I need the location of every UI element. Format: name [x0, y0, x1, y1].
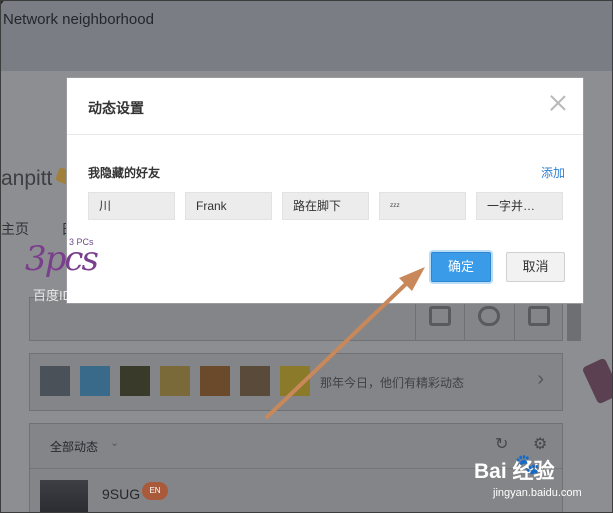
friend-thumb[interactable] [80, 366, 110, 396]
avatar[interactable] [40, 480, 88, 512]
right-strip [567, 297, 581, 341]
refresh-icon[interactable]: ↻ [495, 434, 508, 454]
hidden-friend-chip[interactable]: Frank [185, 192, 272, 220]
baidu-paw-icon: 🐾 [515, 454, 540, 476]
hidden-friend-chip[interactable]: 川 [88, 192, 175, 220]
watermark-logo-small: 3 PCs [69, 237, 94, 247]
camera-icon[interactable] [429, 306, 451, 326]
friend-thumb[interactable] [40, 366, 70, 396]
top-bar: ✔ Network neighborhood [1, 1, 612, 71]
hidden-friend-chip[interactable]: ᶻᶻᶻ [379, 192, 466, 220]
network-title: Network neighborhood [3, 11, 154, 28]
chevron-down-icon[interactable]: ⌄ [110, 436, 119, 449]
friend-thumb[interactable] [120, 366, 150, 396]
hidden-friend-chip[interactable]: 路在脚下 [282, 192, 369, 220]
close-icon[interactable] [549, 94, 567, 112]
confirm-button[interactable]: 确定 [431, 252, 491, 282]
link-icon[interactable] [478, 306, 500, 326]
memories-panel[interactable]: 那年今日，他们有精彩动态 › [29, 353, 563, 411]
add-friend-link[interactable]: 添加 [541, 164, 565, 181]
friend-thumb[interactable] [200, 366, 230, 396]
friend-thumb[interactable] [240, 366, 270, 396]
memories-text: 那年今日，他们有精彩动态 [320, 376, 465, 390]
dynamic-settings-dialog: 动态设置 我隐藏的好友 添加 川 Frank 路在脚下 ᶻᶻᶻ 一字并… 确定 … [67, 78, 583, 303]
watermark-logo: 3pcs 3 PCs [25, 237, 99, 279]
dialog-title: 动态设置 [88, 100, 144, 116]
friend-thumb[interactable] [160, 366, 190, 396]
app-window: ✔ Network neighborhood anpitt 主页 日 那年今日，… [0, 0, 613, 513]
compose-divider [415, 298, 416, 340]
baidu-url: jingyan.baidu.com [493, 487, 582, 499]
cancel-button[interactable]: 取消 [506, 252, 565, 282]
feed-user-name[interactable]: 9SUG [102, 486, 140, 502]
more-icon[interactable] [528, 306, 550, 326]
chevron-icon: ✔ [1, 1, 7, 9]
decoration [581, 357, 612, 405]
gear-icon[interactable]: ⚙ [533, 434, 547, 454]
hidden-friends-label: 我隐藏的好友 [88, 166, 161, 180]
feed-filter[interactable]: 全部动态 [50, 438, 98, 455]
compose-divider [464, 298, 465, 340]
watermark-id: 百度ID: Sanpitt [33, 288, 120, 303]
hidden-friend-chip[interactable]: 一字并… [476, 192, 563, 220]
dialog-divider [67, 134, 583, 135]
compose-divider [514, 298, 515, 340]
chevron-right-icon[interactable]: › [537, 368, 544, 391]
user-badge: EN [142, 482, 168, 500]
friend-thumb[interactable] [280, 366, 310, 396]
profile-name[interactable]: anpitt [1, 167, 52, 191]
nav-home[interactable]: 主页 [1, 219, 29, 239]
